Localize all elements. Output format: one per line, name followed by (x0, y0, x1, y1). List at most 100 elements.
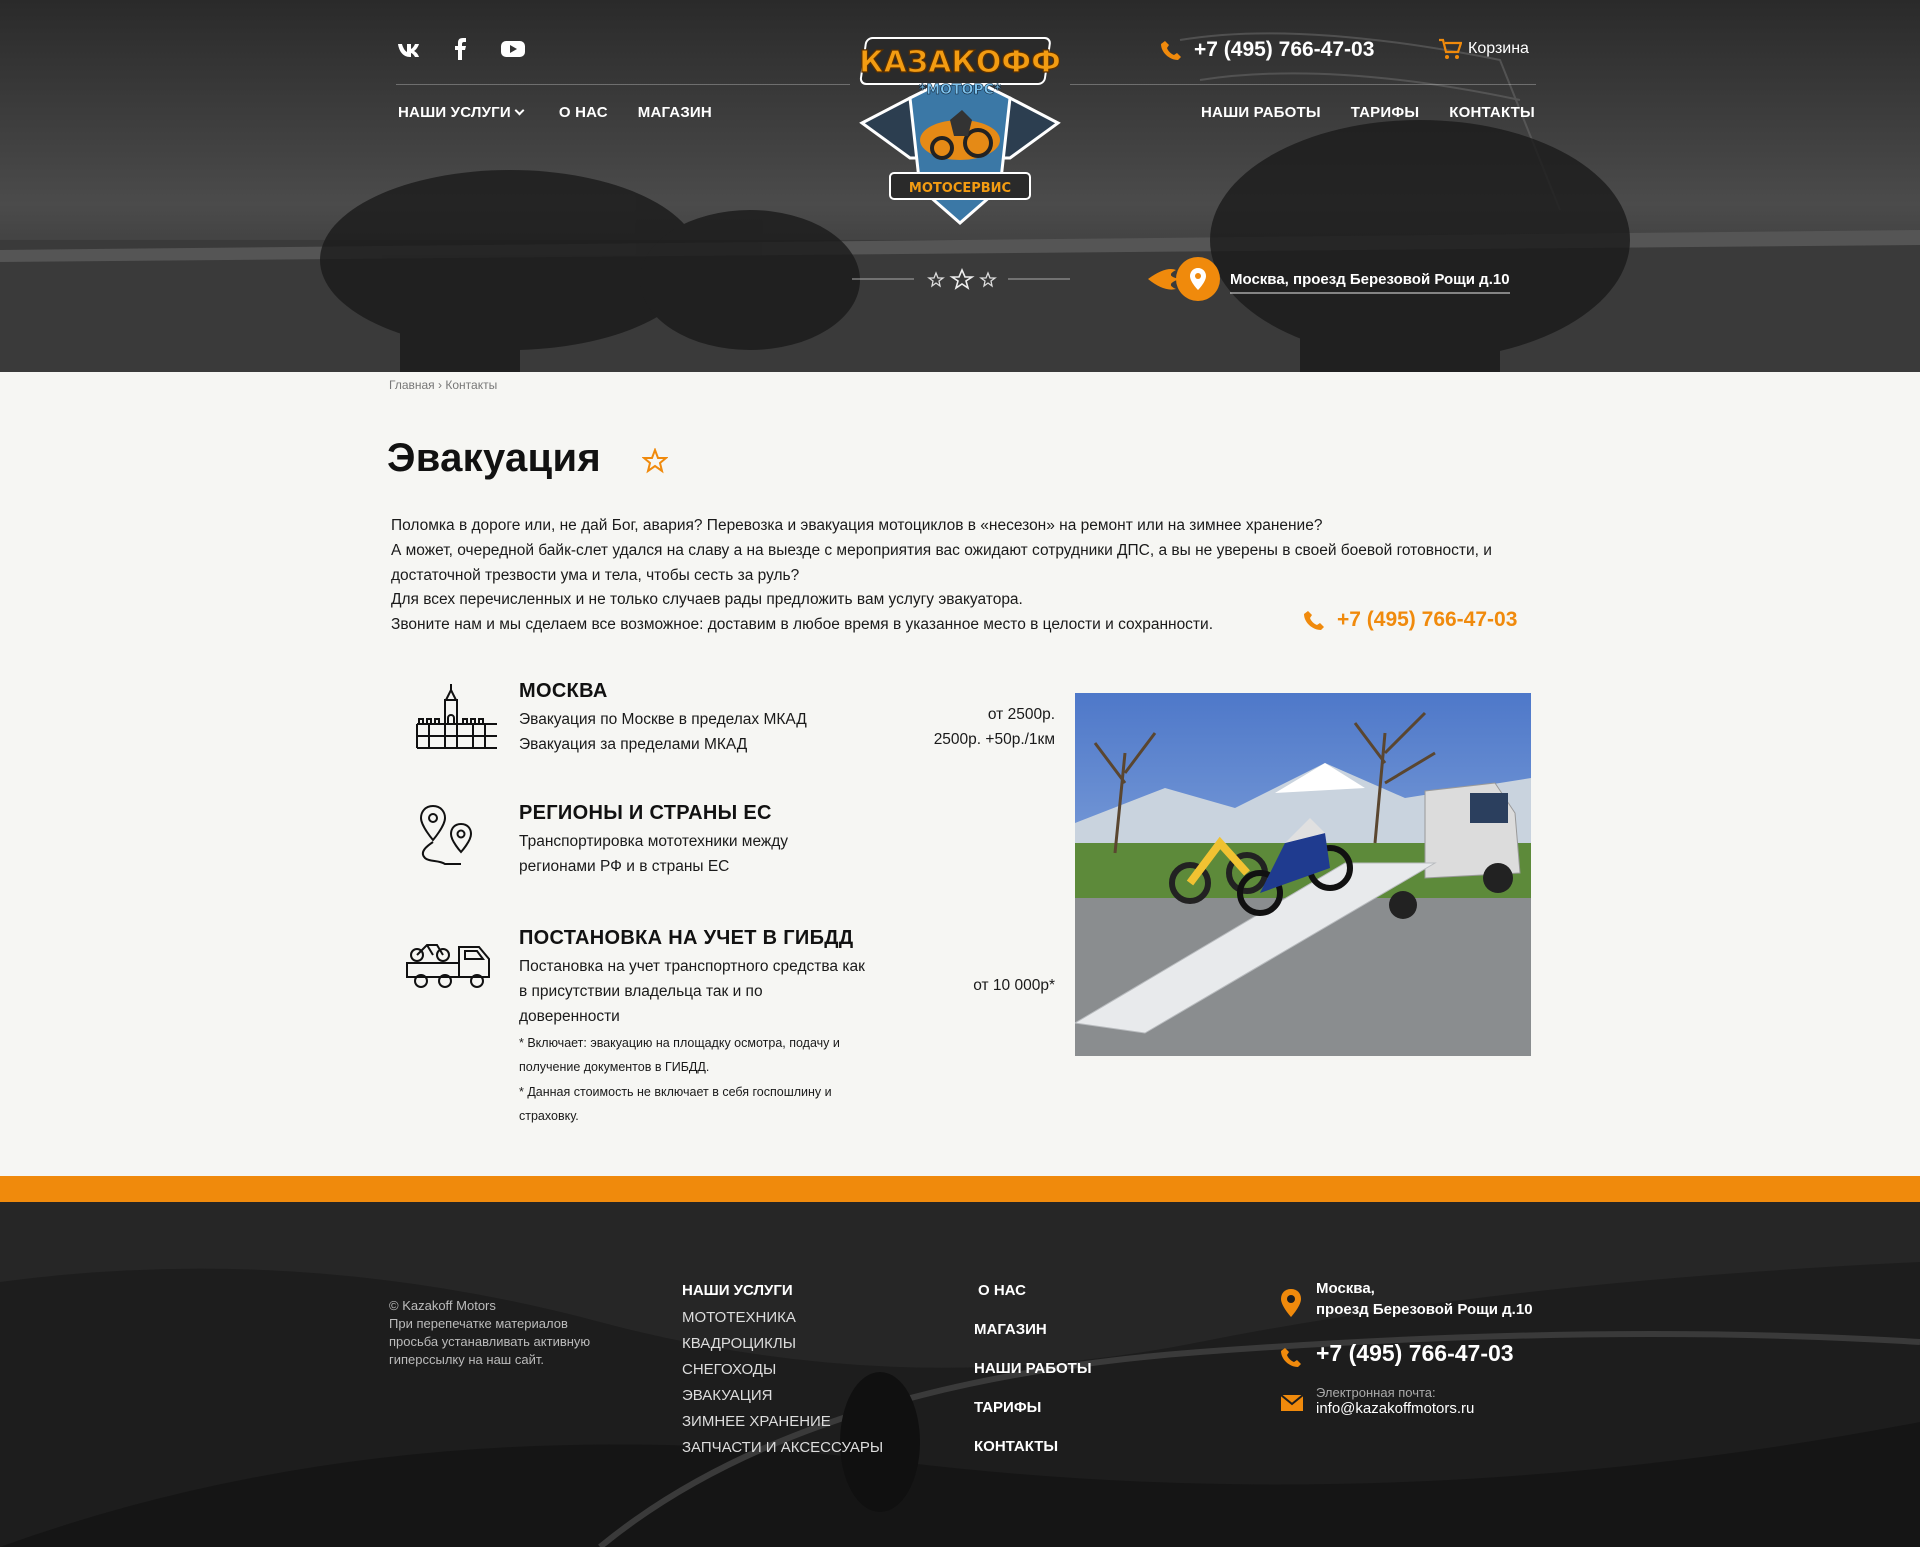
header-phone-number[interactable]: +7 (495) 766-47-03 (1194, 38, 1374, 62)
tow-truck-icon (406, 944, 490, 988)
nav-shop[interactable]: МАГАЗИН (638, 104, 712, 121)
footer-link-works[interactable]: НАШИ РАБОТЫ (974, 1360, 1092, 1399)
footer-phone-number[interactable]: +7 (495) 766-47-03 (1316, 1340, 1514, 1366)
service-name: МОСКВА (519, 680, 608, 702)
footer-link-quad[interactable]: КВАДРОЦИКЛЫ (682, 1331, 883, 1357)
footer-address-line: Москва, (1316, 1280, 1375, 1297)
footer-background-photo (0, 1202, 1920, 1547)
copyright-note: просьба устанавливать активную (389, 1334, 591, 1349)
breadcrumb: Главная › Контакты (389, 378, 497, 392)
phone-icon (1304, 611, 1324, 630)
footer-link-snow[interactable]: СНЕГОХОДЫ (682, 1357, 883, 1383)
cart-label: Корзина (1468, 40, 1529, 57)
location-pin-icon (1281, 1289, 1301, 1317)
service-moscow: МОСКВА Эвакуация по Москве в пределах МК… (405, 680, 1055, 760)
service-line: Транспортировка мототехники между (519, 833, 789, 850)
service-price: 2500р. +50р./1км (933, 731, 1055, 748)
phone-icon (1281, 1348, 1301, 1367)
service-note: страховку. (519, 1109, 579, 1123)
site-logo[interactable]: КАЗАКОФФ *МОТОРС* МОТОСЕРВИС (850, 28, 1070, 228)
service-price: от 2500р. (987, 706, 1055, 723)
header-address: Москва, проезд Березовой Рощи д.10 (1146, 256, 1510, 302)
header-divider-right (1070, 84, 1536, 85)
service-line: регионами РФ и в страны ЕС (519, 858, 730, 875)
svg-text:МОТОСЕРВИС: МОТОСЕРВИС (909, 181, 1011, 196)
envelope-icon (1280, 1394, 1304, 1411)
footer-link-shop[interactable]: МАГАЗИН (974, 1321, 1092, 1360)
intro-line: Поломка в дороге или, не дай Бог, авария… (391, 517, 1323, 534)
footer-copyright: © Kazakoff Motors При перепечатке матери… (389, 1297, 629, 1369)
service-name: ПОСТАНОВКА НА УЧЕТ В ГИБДД (519, 927, 854, 949)
content-phone[interactable]: +7 (495) 766-47-03 (1303, 608, 1517, 632)
phone-icon (1161, 41, 1181, 60)
footer-link-moto[interactable]: МОТОТЕХНИКА (682, 1305, 883, 1331)
service-note: получение документов в ГИБДД. (519, 1060, 710, 1074)
cart-icon (1439, 38, 1462, 59)
copyright-note: гиперссылку на наш сайт. (389, 1352, 544, 1367)
footer-link-parts[interactable]: ЗАПЧАСТИ И АКСЕССУАРЫ (682, 1435, 883, 1461)
nav-prices[interactable]: ТАРИФЫ (1351, 104, 1420, 121)
footer-link-contacts[interactable]: КОНТАКТЫ (974, 1438, 1092, 1477)
cart-link[interactable]: Корзина (1438, 38, 1529, 60)
service-price: от 10 000р* (973, 977, 1055, 994)
email-link[interactable]: info@kazakoffmotors.ru (1316, 1400, 1533, 1417)
service-line: Эвакуация по Москве в пределах МКАД (519, 711, 807, 728)
favorite-star-icon[interactable] (642, 448, 668, 474)
main-content: Главная › Контакты Эвакуация Поломка в д… (0, 372, 1920, 1176)
chevron-down-icon (514, 105, 525, 116)
site-footer: © Kazakoff Motors При перепечатке матери… (0, 1202, 1920, 1547)
svg-text:КАЗАКОФФ: КАЗАКОФФ (859, 45, 1061, 80)
main-nav-left: НАШИ УСЛУГИ О НАС МАГАЗИН (398, 104, 712, 121)
service-name: РЕГИОНЫ И СТРАНЫ ЕС (519, 802, 772, 824)
service-line: доверенности (519, 1008, 620, 1025)
social-links (396, 36, 526, 62)
footer-link-about[interactable]: О НАС (974, 1282, 1092, 1321)
nav-works[interactable]: НАШИ РАБОТЫ (1201, 104, 1321, 121)
breadcrumb-current: Контакты (445, 378, 498, 392)
nav-services[interactable]: НАШИ УСЛУГИ (398, 104, 525, 121)
intro-line: достаточной трезвости ума и тела, чтобы … (391, 566, 800, 584)
logo-emblem: КАЗАКОФФ *МОТОРС* МОТОСЕРВИС (859, 37, 1061, 225)
service-registration: ПОСТАНОВКА НА УЧЕТ В ГИБДД Постановка на… (405, 927, 1055, 1137)
email-label: Электронная почта: (1316, 1385, 1436, 1400)
service-line: в присутствии владельца так и по (519, 983, 763, 1000)
svg-text:*МОТОРС*: *МОТОРС* (919, 82, 1002, 98)
header-address-text: Москва, проезд Березовой Рощи д.10 (1230, 271, 1510, 294)
footer-contacts: Москва, проезд Березовой Рощи д.10 +7 (4… (1280, 1278, 1533, 1417)
page-title: Эвакуация (387, 436, 601, 480)
flaming-pin-icon (1148, 257, 1220, 301)
breadcrumb-separator: › (438, 378, 443, 392)
content-phone-number[interactable]: +7 (495) 766-47-03 (1337, 608, 1517, 632)
vk-icon[interactable] (396, 36, 422, 62)
nav-about[interactable]: О НАС (559, 104, 608, 121)
footer-accent-bar (0, 1176, 1920, 1202)
service-line: Эвакуация за пределами МКАД (519, 736, 748, 753)
footer-link-prices[interactable]: ТАРИФЫ (974, 1399, 1092, 1438)
footer-link-evac[interactable]: ЭВАКУАЦИЯ (682, 1383, 883, 1409)
footer-address-line: проезд Березовой Рощи д.10 (1316, 1301, 1533, 1318)
kremlin-icon (416, 684, 497, 749)
decorative-stars (852, 268, 1070, 290)
footer-address: Москва, проезд Березовой Рощи д.10 (1280, 1278, 1533, 1320)
service-note: * Данная стоимость не включает в себя го… (519, 1085, 832, 1099)
copyright-text: © Kazakoff Motors (389, 1298, 496, 1313)
intro-line: А может, очередной байк-слет удался на с… (391, 541, 1492, 559)
footer-phone[interactable]: +7 (495) 766-47-03 (1280, 1340, 1533, 1367)
service-note: * Включает: эвакуацию на площадку осмотр… (519, 1036, 840, 1050)
footer-services-menu: НАШИ УСЛУГИ МОТОТЕХНИКА КВАДРОЦИКЛЫ СНЕГ… (682, 1282, 883, 1461)
footer-link-winter[interactable]: ЗИМНЕЕ ХРАНЕНИЕ (682, 1409, 883, 1435)
footer-services-heading[interactable]: НАШИ УСЛУГИ (682, 1282, 883, 1299)
main-nav-right: НАШИ РАБОТЫ ТАРИФЫ КОНТАКТЫ (1201, 104, 1535, 121)
footer-pages-menu: О НАС МАГАЗИН НАШИ РАБОТЫ ТАРИФЫ КОНТАКТ… (974, 1282, 1092, 1477)
copyright-note: При перепечатке материалов (389, 1316, 568, 1331)
service-line: Постановка на учет транспортного средств… (519, 958, 865, 975)
header-phone[interactable]: +7 (495) 766-47-03 (1160, 38, 1374, 62)
nav-contacts[interactable]: КОНТАКТЫ (1449, 104, 1535, 121)
breadcrumb-home[interactable]: Главная (389, 378, 435, 392)
tow-truck-photo (1075, 693, 1531, 1056)
youtube-icon[interactable] (500, 36, 526, 62)
site-header: НАШИ УСЛУГИ О НАС МАГАЗИН НАШИ РАБОТЫ ТА… (0, 0, 1920, 372)
route-pins-icon (419, 804, 473, 865)
facebook-icon[interactable] (448, 36, 474, 62)
footer-email: Электронная почта: info@kazakoffmotors.r… (1280, 1385, 1533, 1417)
